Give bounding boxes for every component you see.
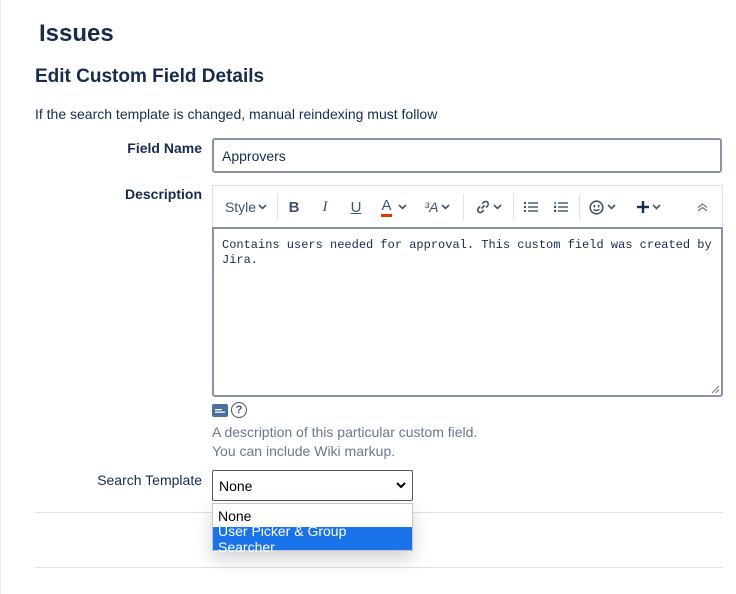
toolbar-separator <box>513 194 514 220</box>
bullet-list-button[interactable] <box>520 186 542 228</box>
chevron-down-icon <box>606 204 616 210</box>
toolbar-separator <box>277 194 278 220</box>
collapse-icon <box>697 202 707 211</box>
editor-toolbar: Style B I U A ³A <box>212 185 723 227</box>
form-divider-bottom <box>35 567 723 568</box>
text-color-label: A <box>381 198 392 217</box>
wiki-markup-icon[interactable] <box>212 403 228 417</box>
toolbar-separator <box>579 194 580 220</box>
page-title: Issues <box>39 20 114 47</box>
emoji-icon <box>588 199 604 215</box>
bold-button[interactable]: B <box>283 186 305 228</box>
plus-icon <box>637 201 649 213</box>
chevron-down-icon <box>396 482 406 489</box>
description-hint: A description of this particular custom … <box>212 424 478 440</box>
help-icon[interactable]: ? <box>231 402 247 418</box>
resize-handle-icon[interactable] <box>711 385 720 394</box>
field-name-input[interactable] <box>212 138 722 173</box>
more-formatting-button[interactable]: ³A <box>421 186 453 228</box>
toolbar-separator <box>463 194 464 220</box>
search-template-selected: None <box>219 477 253 494</box>
numbered-list-icon <box>554 201 568 212</box>
description-help-row: ? <box>212 402 247 418</box>
collapse-toolbar-button[interactable] <box>691 186 713 228</box>
search-template-label: Search Template <box>97 472 202 488</box>
chevron-down-icon <box>492 204 502 210</box>
description-label: Description <box>124 186 202 202</box>
link-icon <box>476 200 489 214</box>
text-color-button[interactable]: A <box>376 186 412 228</box>
reindex-notice: If the search template is changed, manua… <box>35 106 438 122</box>
wiki-markup-glyph <box>215 408 225 413</box>
chevron-down-icon <box>258 204 267 210</box>
option-user-picker-group-searcher[interactable]: User Picker & Group Searcher <box>213 523 412 555</box>
chevron-down-icon <box>652 204 661 210</box>
search-template-select[interactable]: None <box>212 470 413 501</box>
underline-button[interactable]: U <box>345 186 367 228</box>
description-textarea[interactable]: Contains users needed for approval. This… <box>212 227 723 397</box>
style-dropdown[interactable]: Style <box>221 186 271 228</box>
numbered-list-button[interactable] <box>550 186 572 228</box>
description-editor: Style B I U A ³A Contains users needed f… <box>212 185 723 397</box>
insert-button[interactable] <box>633 186 665 228</box>
chevron-down-icon <box>397 204 407 210</box>
emoji-button[interactable] <box>586 186 618 228</box>
field-name-label: Field Name <box>127 140 202 156</box>
bullet-list-icon <box>524 202 538 212</box>
search-template-options: None User Picker & Group Searcher <box>212 503 413 555</box>
more-formatting-label: ³A <box>424 199 439 215</box>
page-left-edge <box>0 0 1 594</box>
link-button[interactable] <box>471 186 505 228</box>
italic-button[interactable]: I <box>314 186 336 228</box>
style-label: Style <box>224 199 257 215</box>
chevron-down-icon <box>440 204 450 210</box>
section-title: Edit Custom Field Details <box>35 66 265 87</box>
wiki-markup-hint: You can include Wiki markup. <box>212 443 396 459</box>
